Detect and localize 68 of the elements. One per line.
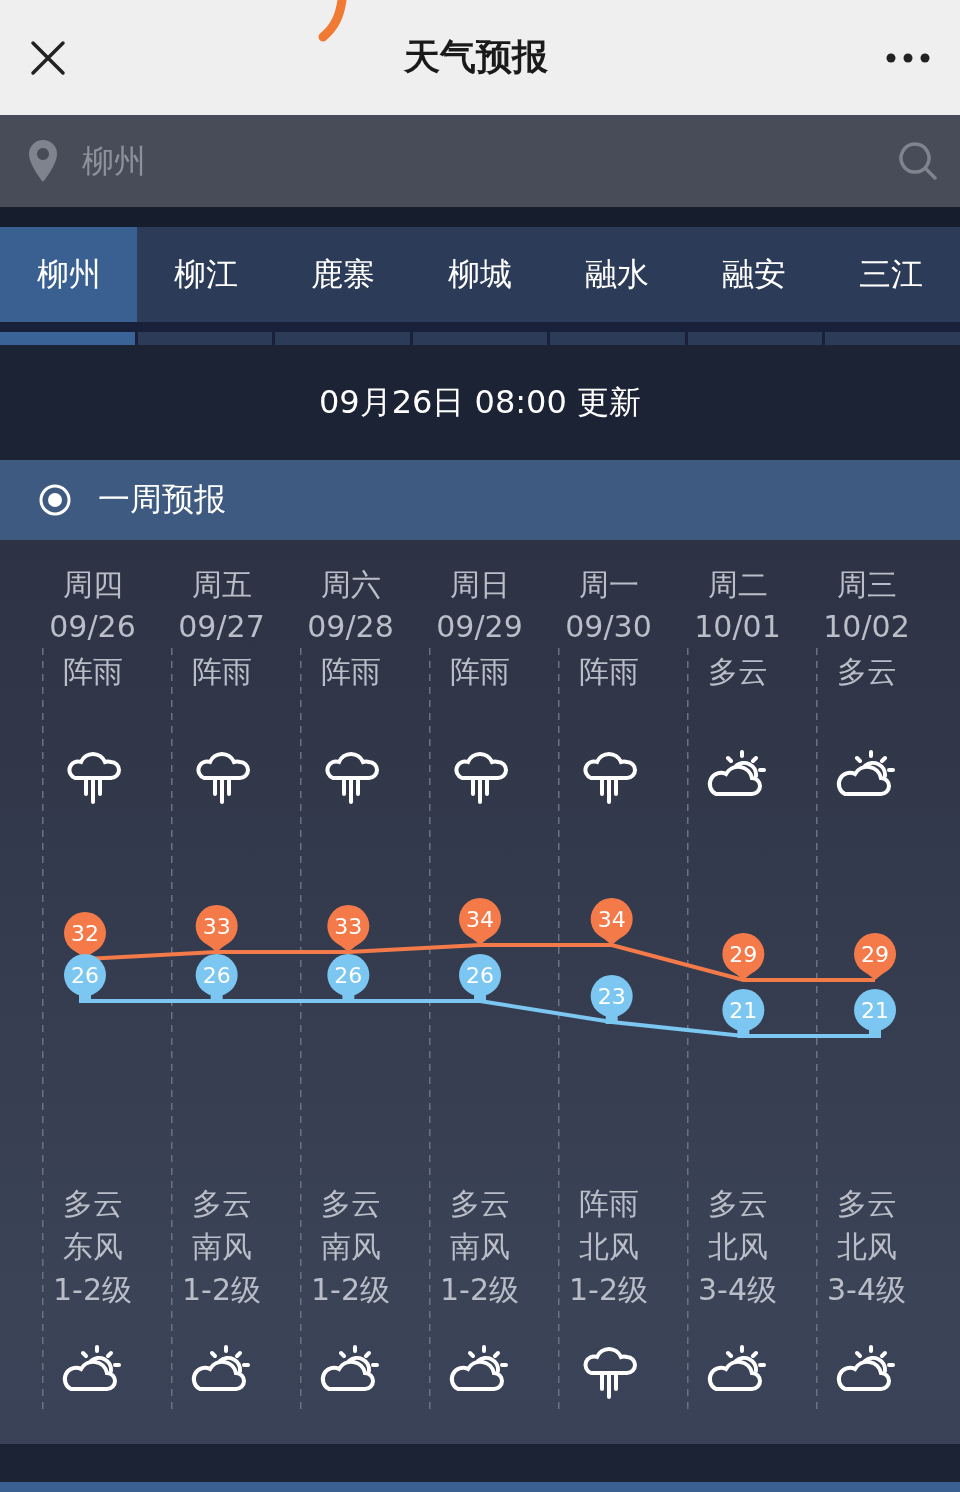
temperature-pin: 33 <box>195 905 238 952</box>
temperature-pin: 34 <box>459 898 501 945</box>
temperature-pin: 34 <box>590 898 633 945</box>
temperature-pin: 29 <box>854 933 896 980</box>
wind-level: 1-2级 <box>569 1271 648 1309</box>
wind-direction: 北风 <box>707 1228 768 1266</box>
more-icon[interactable] <box>886 52 930 63</box>
date: 10/02 <box>823 608 910 646</box>
weekday: 周一 <box>578 566 639 604</box>
wind-direction: 南风 <box>320 1228 381 1266</box>
night-weather: 阵雨 <box>578 1185 639 1223</box>
date: 09/29 <box>436 608 523 646</box>
temperature-pin: 21 <box>722 989 765 1038</box>
city-tab[interactable]: 融安 <box>685 227 823 322</box>
wind-level: 1-2级 <box>182 1271 261 1309</box>
location-pin-icon <box>28 139 58 183</box>
temperature-pin: 29 <box>722 933 765 980</box>
city-tab[interactable]: 三江 <box>822 227 960 322</box>
date: 09/26 <box>49 608 136 646</box>
date: 09/30 <box>565 608 652 646</box>
wind-level: 3-4级 <box>827 1271 906 1309</box>
day-weather: 多云 <box>836 653 897 691</box>
city-tab[interactable]: 鹿寨 <box>274 227 412 322</box>
wind-direction: 北风 <box>836 1228 897 1266</box>
wind-direction: 东风 <box>62 1228 123 1266</box>
temperature-pin: 23 <box>590 975 633 1024</box>
close-icon[interactable] <box>30 39 66 76</box>
weekday: 周日 <box>449 566 510 604</box>
day-weather: 阵雨 <box>578 653 639 691</box>
city-tab[interactable]: 柳城 <box>411 227 549 322</box>
temperature-pin: 21 <box>854 989 896 1038</box>
weekday: 周六 <box>320 566 381 604</box>
night-weather: 多云 <box>191 1185 252 1223</box>
wind-direction: 北风 <box>578 1228 639 1266</box>
night-weather: 多云 <box>62 1185 123 1223</box>
day-weather: 阵雨 <box>62 653 123 691</box>
date: 09/28 <box>307 608 394 646</box>
temperature-pin: 26 <box>459 954 501 1003</box>
search-field[interactable]: 柳州 <box>0 115 960 207</box>
wind-level: 3-4级 <box>698 1271 777 1309</box>
weekday: 周五 <box>191 566 252 604</box>
wind-direction: 南风 <box>191 1228 252 1266</box>
weekday: 周三 <box>836 566 897 604</box>
city-tab[interactable]: 融水 <box>548 227 686 322</box>
temperature-pin: 26 <box>64 954 106 1003</box>
day-weather: 多云 <box>707 653 768 691</box>
night-weather: 多云 <box>836 1185 897 1223</box>
night-weather: 多云 <box>707 1185 768 1223</box>
section-title: 一周预报 <box>98 479 226 520</box>
date: 09/27 <box>178 608 265 646</box>
day-weather: 阵雨 <box>449 653 510 691</box>
city-tab[interactable]: 柳江 <box>137 227 275 322</box>
night-weather: 多云 <box>320 1185 381 1223</box>
day-weather: 阵雨 <box>320 653 381 691</box>
wind-level: 1-2级 <box>440 1271 519 1309</box>
wind-level: 1-2级 <box>311 1271 390 1309</box>
wind-direction: 南风 <box>449 1228 510 1266</box>
wind-level: 1-2级 <box>53 1271 132 1309</box>
weekday: 周四 <box>62 566 123 604</box>
update-time: 09月26日 08:00 更新 <box>319 381 641 423</box>
weekday: 周二 <box>707 566 768 604</box>
night-weather: 多云 <box>449 1185 510 1223</box>
page-title: 天气预报 <box>404 35 548 79</box>
temperature-pin: 33 <box>327 905 370 952</box>
city-tab[interactable]: 柳州 <box>0 227 138 322</box>
day-weather: 阵雨 <box>191 653 252 691</box>
radio-icon <box>38 483 72 517</box>
date: 10/01 <box>694 608 781 646</box>
